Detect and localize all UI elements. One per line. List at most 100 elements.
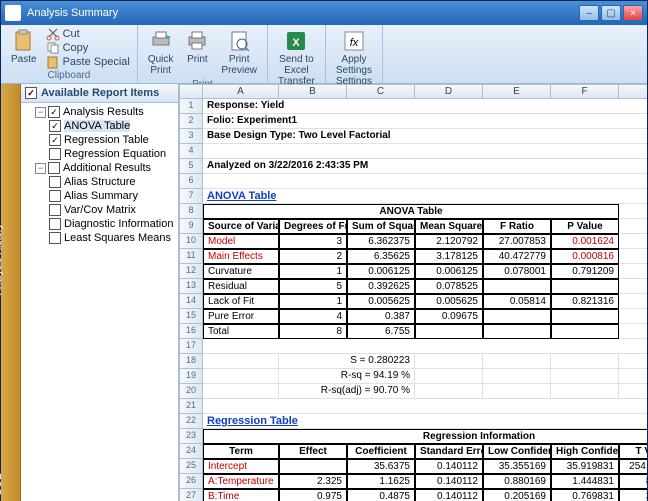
cell[interactable]: 0.205169: [483, 489, 551, 501]
cell[interactable]: Total: [203, 324, 279, 339]
close-button[interactable]: ×: [623, 5, 643, 21]
cell[interactable]: [619, 294, 647, 309]
cell[interactable]: 0.769831: [551, 489, 619, 501]
tree-collapse-icon[interactable]: −: [35, 163, 46, 174]
row-header[interactable]: 26: [179, 474, 203, 489]
cell[interactable]: Regression Table: [203, 414, 647, 429]
cell[interactable]: 0.09675: [415, 309, 483, 324]
cell[interactable]: [203, 399, 647, 414]
cell[interactable]: [415, 384, 483, 399]
tree-collapse-icon[interactable]: −: [35, 107, 46, 118]
cell[interactable]: 0.078525: [415, 279, 483, 294]
cell[interactable]: 0.006125: [415, 264, 483, 279]
cell[interactable]: Sum of Squares [Partial]: [347, 219, 415, 234]
cell[interactable]: 5: [279, 279, 347, 294]
send-to-excel-button[interactable]: XSend to Excel Transfer: [272, 27, 321, 89]
row-header[interactable]: 17: [179, 339, 203, 354]
cell[interactable]: [203, 384, 279, 399]
cell[interactable]: [415, 354, 483, 369]
quick-print-button[interactable]: Quick Print: [142, 27, 180, 78]
cell[interactable]: 0.000816: [551, 249, 619, 264]
cell[interactable]: [203, 354, 279, 369]
cell[interactable]: Low Confidence: [483, 444, 551, 459]
tree-check[interactable]: [49, 190, 61, 202]
cell[interactable]: Residual: [203, 279, 279, 294]
tree-check[interactable]: [49, 134, 61, 146]
cell[interactable]: Curvature: [203, 264, 279, 279]
cell[interactable]: Source of Variation: [203, 219, 279, 234]
minimize-button[interactable]: –: [579, 5, 599, 21]
tree-item-varcov[interactable]: Var/Cov Matrix: [64, 204, 136, 216]
tree-item-anova[interactable]: ANOVA Table: [64, 120, 130, 132]
spreadsheet[interactable]: ABCDEFGH 1Response: Yield2Folio: Experim…: [179, 84, 647, 501]
cell[interactable]: [203, 369, 279, 384]
regression-link[interactable]: Regression Table: [207, 415, 298, 427]
tree-check[interactable]: [49, 176, 61, 188]
row-header[interactable]: 24: [179, 444, 203, 459]
cell[interactable]: Main Effects: [203, 249, 279, 264]
cell[interactable]: 6.35625: [347, 249, 415, 264]
col-header[interactable]: B: [279, 84, 347, 99]
cell[interactable]: Effect: [279, 444, 347, 459]
cell[interactable]: 0.140112: [415, 459, 483, 474]
col-header[interactable]: F: [551, 84, 619, 99]
cell[interactable]: 0.791209: [551, 264, 619, 279]
cell[interactable]: [551, 324, 619, 339]
row-header[interactable]: 14: [179, 294, 203, 309]
cell[interactable]: [415, 369, 483, 384]
cell[interactable]: 1: [279, 264, 347, 279]
cell[interactable]: Base Design Type: Two Level Factorial: [203, 129, 647, 144]
row-header[interactable]: 27: [179, 489, 203, 501]
tree-item-alias-summary[interactable]: Alias Summary: [64, 190, 138, 202]
cell[interactable]: 0.006125: [347, 264, 415, 279]
cell[interactable]: 3.178125: [415, 249, 483, 264]
cell[interactable]: [203, 174, 647, 189]
cell[interactable]: [203, 144, 647, 159]
cell[interactable]: [483, 369, 551, 384]
tree-item-lsm[interactable]: Least Squares Means: [64, 232, 171, 244]
cell[interactable]: S = 0.280223: [279, 354, 415, 369]
apply-settings-button[interactable]: fxApply Settings Settings: [330, 27, 378, 89]
row-header[interactable]: 9: [179, 219, 203, 234]
tree-check[interactable]: [49, 204, 61, 216]
paste-special-button[interactable]: Paste Special: [43, 55, 133, 69]
row-header[interactable]: 3: [179, 129, 203, 144]
cell[interactable]: 0.140112: [415, 489, 483, 501]
cell[interactable]: ANOVA Table: [203, 189, 647, 204]
tree-check[interactable]: [49, 148, 61, 160]
cell[interactable]: [415, 324, 483, 339]
cell[interactable]: [619, 249, 647, 264]
row-header[interactable]: 4: [179, 144, 203, 159]
cell[interactable]: 35.355169: [483, 459, 551, 474]
tree-check[interactable]: [49, 120, 61, 132]
cell[interactable]: Standard Error: [415, 444, 483, 459]
cell[interactable]: 8.29696: [619, 474, 647, 489]
cell[interactable]: High Confidence: [551, 444, 619, 459]
tree-item-additional-results[interactable]: Additional Results: [63, 162, 151, 174]
row-header[interactable]: 22: [179, 414, 203, 429]
paste-button[interactable]: Paste: [5, 27, 43, 69]
row-header[interactable]: 12: [179, 264, 203, 279]
cell[interactable]: 4: [279, 309, 347, 324]
cell[interactable]: 1.444831: [551, 474, 619, 489]
cell[interactable]: 0.005625: [415, 294, 483, 309]
cell[interactable]: Intercept: [203, 459, 279, 474]
row-header[interactable]: 8: [179, 204, 203, 219]
cell[interactable]: [619, 324, 647, 339]
cell[interactable]: 0.005625: [347, 294, 415, 309]
cell[interactable]: 1.1625: [347, 474, 415, 489]
tree-check[interactable]: [49, 218, 61, 230]
cell[interactable]: A:Temperature: [203, 474, 279, 489]
cell[interactable]: [619, 369, 647, 384]
cell[interactable]: 0.821316: [551, 294, 619, 309]
tree-item-regression-equation[interactable]: Regression Equation: [64, 148, 166, 160]
cell[interactable]: 0.387: [347, 309, 415, 324]
cell[interactable]: [619, 219, 647, 234]
col-header[interactable]: G: [619, 84, 647, 99]
tree-item-analysis-results[interactable]: Analysis Results: [63, 106, 144, 118]
tree-item-alias-structure[interactable]: Alias Structure: [64, 176, 136, 188]
cell[interactable]: 40.472779: [483, 249, 551, 264]
cell[interactable]: 2.120792: [415, 234, 483, 249]
anova-link[interactable]: ANOVA Table: [207, 190, 276, 202]
cell[interactable]: 0.975: [279, 489, 347, 501]
